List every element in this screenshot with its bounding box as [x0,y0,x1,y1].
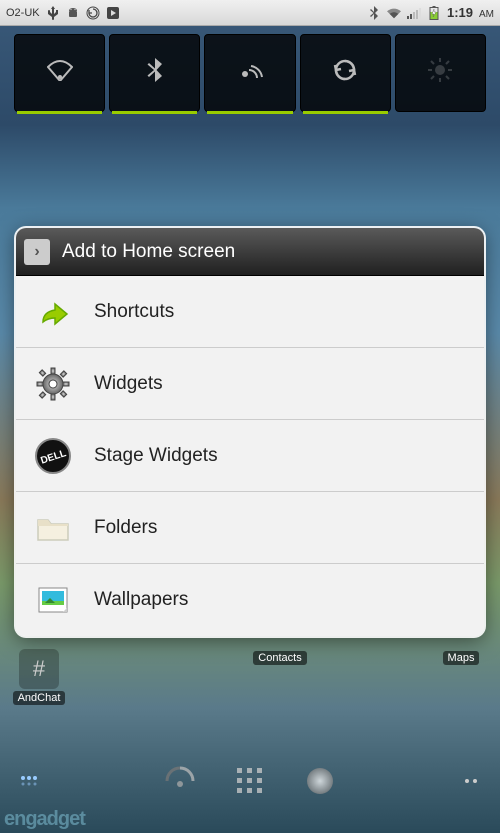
stage-browser-button[interactable] [300,761,340,801]
shortcut-icon [32,291,74,333]
stage-bar [0,749,500,813]
menu-item-label: Shortcuts [94,301,174,323]
menu-item-label: Folders [94,517,157,539]
clock-ampm: AM [479,9,494,20]
home-dock-apps: # AndChat Contacts Maps [0,649,500,705]
dialog-title: Add to Home screen [62,241,235,263]
battery-icon [427,6,441,20]
add-to-home-dialog: › Add to Home screen Shortcuts Widgets D… [16,228,484,636]
app-contacts[interactable]: Contacts [249,649,311,705]
status-bar: O2-UK 1:19 AM [0,0,500,26]
play-icon [106,6,120,20]
toggle-gps[interactable] [204,34,295,112]
dell-icon: DELL [32,435,74,477]
dialog-header: › Add to Home screen [16,228,484,276]
app-maps[interactable]: Maps [430,649,492,705]
chevron-right-icon: › [24,239,50,265]
menu-item-widgets[interactable]: Widgets [16,348,484,420]
power-toggle-widget [14,34,486,112]
app-andchat[interactable]: # AndChat [8,649,70,705]
toggle-bluetooth[interactable] [109,34,200,112]
stage-right-dots[interactable] [460,770,482,792]
android-icon [66,6,80,20]
app-label: Maps [443,651,480,665]
stage-center [160,761,340,801]
watermark: engadget [4,808,85,831]
app-label: Contacts [253,651,306,665]
stage-phone-button[interactable] [160,761,200,801]
picture-icon [32,579,74,621]
app-label: AndChat [13,691,66,705]
toggle-brightness[interactable] [395,34,486,112]
signal-icon [407,6,421,20]
dialog-menu-list: Shortcuts Widgets DELL Stage Widgets Fol… [16,276,484,636]
menu-item-label: Stage Widgets [94,445,218,467]
gear-icon [32,363,74,405]
menu-item-shortcuts[interactable]: Shortcuts [16,276,484,348]
toggle-wifi[interactable] [14,34,105,112]
menu-item-stage-widgets[interactable]: DELL Stage Widgets [16,420,484,492]
status-right: 1:19 AM [367,5,494,20]
andchat-icon: # [19,649,59,689]
carrier-label: O2-UK [6,7,40,19]
wifi-status-icon [387,6,401,20]
stage-left-dots[interactable] [18,770,40,792]
bluetooth-icon [147,58,163,88]
brightness-icon [427,57,453,89]
clock-time: 1:19 [447,5,473,20]
status-left: O2-UK [6,6,120,20]
sync-notif-icon [86,6,100,20]
stage-apps-button[interactable] [230,761,270,801]
folder-icon [32,507,74,549]
gps-icon [237,58,263,88]
menu-item-label: Widgets [94,373,163,395]
wifi-icon [47,59,73,87]
autosync-icon [332,58,358,88]
bluetooth-status-icon [367,6,381,20]
menu-item-label: Wallpapers [94,589,188,611]
toggle-autosync[interactable] [300,34,391,112]
menu-item-folders[interactable]: Folders [16,492,484,564]
usb-icon [46,6,60,20]
menu-item-wallpapers[interactable]: Wallpapers [16,564,484,636]
